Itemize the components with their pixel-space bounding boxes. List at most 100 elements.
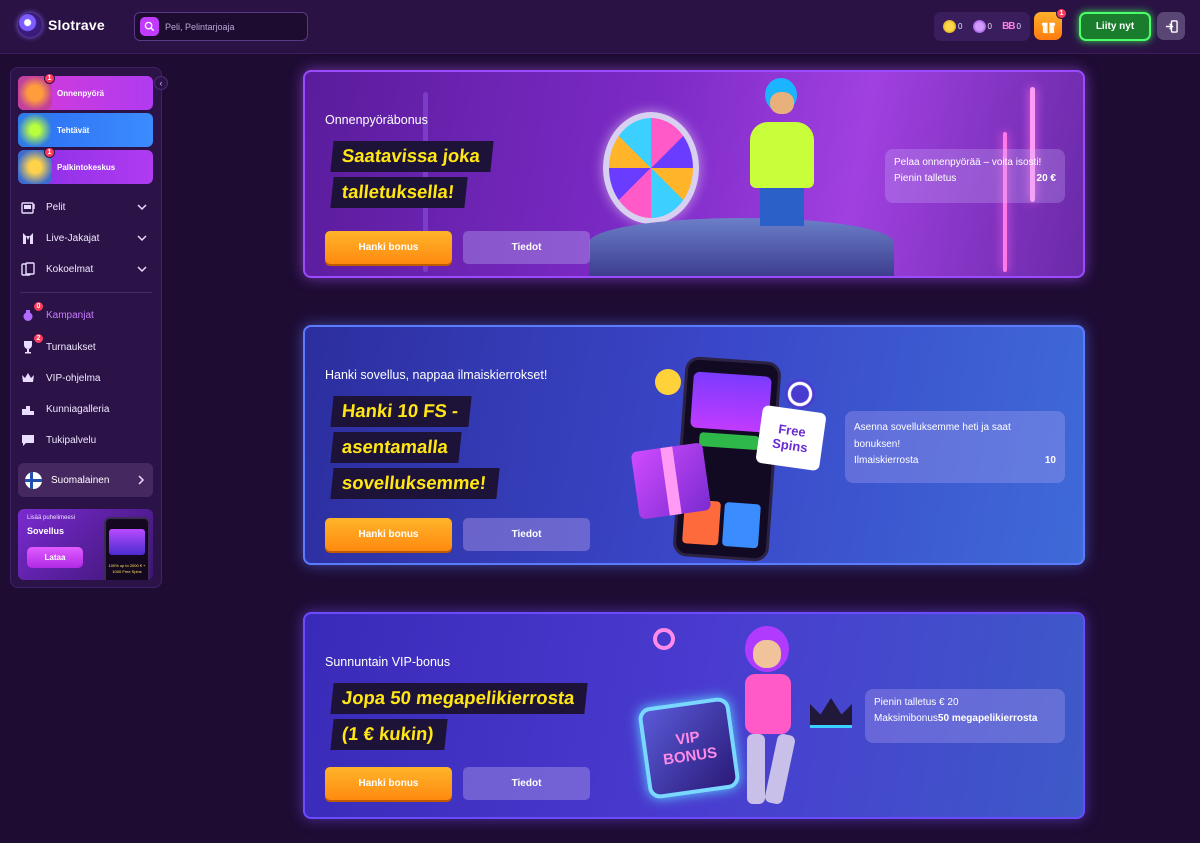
search-input[interactable] xyxy=(165,21,305,32)
app-title: Sovellus xyxy=(27,526,65,536)
headline-line: Hanki 10 FS - xyxy=(330,396,472,427)
heroine-character-image xyxy=(715,622,825,812)
headline-line: talletuksella! xyxy=(330,177,468,208)
chevron-down-icon xyxy=(137,235,147,242)
chevron-right-icon xyxy=(138,475,145,485)
promotions-badge: 0 xyxy=(33,301,44,312)
gift-badge: 1 xyxy=(1056,8,1067,19)
podium-icon xyxy=(20,401,36,417)
headline-line: sovelluksemme! xyxy=(330,468,500,499)
gold-coin-balance: 0 xyxy=(943,20,962,33)
info-row: Asenna sovelluksemme heti ja saat bonuks… xyxy=(854,422,1011,450)
sidebar-item-vip[interactable]: VIP-ohjelma xyxy=(20,368,152,388)
bb-balance: BB 0 xyxy=(1002,21,1021,32)
get-bonus-button[interactable]: Hanki bonus xyxy=(325,231,452,264)
sidebar-item-label: Live-Jakajat xyxy=(46,232,100,244)
cards-icon xyxy=(20,261,36,277)
dealer-icon xyxy=(20,230,36,246)
get-bonus-button[interactable]: Hanki bonus xyxy=(325,767,452,800)
get-bonus-button[interactable]: Hanki bonus xyxy=(325,518,452,551)
site-logo[interactable]: Slotrave xyxy=(18,13,105,37)
poker-chip-icon xyxy=(785,379,815,409)
details-button[interactable]: Tiedot xyxy=(463,767,590,800)
chevron-down-icon xyxy=(137,204,147,211)
login-icon xyxy=(1165,19,1178,33)
crown-icon xyxy=(20,370,36,386)
sidebar-promo-tasks[interactable]: Tehtävät xyxy=(18,113,153,147)
headline-line: (1 € kukin) xyxy=(330,719,448,750)
banner-info-box: Pelaa onnenpyörää – voita isosti! Pienin… xyxy=(885,149,1065,203)
sidebar-item-label: Tukipalvelu xyxy=(46,434,97,446)
banner-title: Sunnuntain VIP-bonus xyxy=(325,655,451,669)
collapse-sidebar-button[interactable]: ‹ xyxy=(154,76,168,90)
sidebar-promo-label: Palkintokeskus xyxy=(57,162,116,172)
sidebar-promo-label: Onnenpyörä xyxy=(57,88,105,98)
sidebar-promo-wheel[interactable]: 1 Onnenpyörä xyxy=(18,73,153,110)
gift-button[interactable]: 1 xyxy=(1034,8,1067,40)
sidebar-item-tournaments[interactable]: 2 Turnaukset xyxy=(20,333,152,357)
login-button[interactable] xyxy=(1157,12,1185,40)
info-row: Ilmaiskierrosta 10 xyxy=(854,455,1056,466)
banner-fortune-wheel: Onnenpyöräbonus Saatavissa joka talletuk… xyxy=(303,70,1085,278)
logo-icon xyxy=(18,13,42,37)
details-button[interactable]: Tiedot xyxy=(463,518,590,551)
sidebar-item-collections[interactable]: Kokoelmat xyxy=(20,259,152,279)
search-icon[interactable] xyxy=(140,17,159,36)
app-subtitle: Lisää puhelimeesi xyxy=(27,515,76,521)
rubber-duck-icon xyxy=(655,369,681,395)
info-row: Pienin talletus 20 € xyxy=(894,173,1056,184)
sidebar-item-support[interactable]: Tukipalvelu xyxy=(20,430,152,450)
headline-line: asentamalla xyxy=(330,432,462,463)
sidebar-item-label: Turnaukset xyxy=(46,341,96,353)
sidebar-promo-label: Tehtävät xyxy=(57,125,90,135)
headline-line: Saatavissa joka xyxy=(330,141,494,172)
phone-promo-text: 100% up to 2000 € + 1000 Free Spins xyxy=(108,563,146,574)
phone-image: 100% up to 2000 € + 1000 Free Spins xyxy=(104,517,150,580)
chevron-down-icon xyxy=(137,266,147,273)
sidebar-item-label: Pelit xyxy=(46,201,66,213)
info-row: Maksimibonus50 megapelikierrosta xyxy=(874,713,1038,724)
sidebar-item-label: Kunniagalleria xyxy=(46,403,110,415)
sidebar-item-live-dealers[interactable]: Live-Jakajat xyxy=(20,228,152,248)
slot-machine-icon xyxy=(20,199,36,215)
tournaments-badge: 2 xyxy=(33,333,44,344)
purple-coin-balance: 0 xyxy=(972,20,992,33)
notification-badge: 1 xyxy=(44,73,55,84)
banner-app-free-spins: Free Spins Hanki sovellus, nappaa ilmais… xyxy=(303,325,1085,565)
sidebar-promo-rewards[interactable]: 1 Palkintokeskus xyxy=(18,147,153,184)
join-button[interactable]: Liity nyt xyxy=(1079,12,1151,41)
sidebar-item-games[interactable]: Pelit xyxy=(20,197,152,217)
banner-info-box: Pienin talletus € 20 Maksimibonus50 mega… xyxy=(865,689,1065,743)
gift-icon xyxy=(1041,22,1055,33)
sidebar-item-label: Kokoelmat xyxy=(46,263,94,275)
tasks-icon xyxy=(18,113,52,147)
logo-text: Slotrave xyxy=(48,17,105,33)
sidebar-item-label: VIP-ohjelma xyxy=(46,372,101,384)
free-spins-card: Free Spins xyxy=(755,404,827,472)
purple-coin-icon xyxy=(972,20,986,33)
details-button[interactable]: Tiedot xyxy=(463,231,590,264)
info-row: Pelaa onnenpyörää – voita isosti! xyxy=(894,157,1042,168)
gift-box-image xyxy=(630,442,712,520)
sidebar-item-promotions[interactable]: 0 Kampanjat xyxy=(20,301,152,325)
banner-title: Hanki sovellus, nappaa ilmaiskierrokset! xyxy=(325,368,548,382)
download-button[interactable]: Lataa xyxy=(27,547,83,568)
fortune-wheel-icon: 1 xyxy=(18,73,55,110)
banner-headline: Hanki 10 FS - asentamalla sovelluksemme! xyxy=(330,396,500,499)
chevron-left-icon: ‹ xyxy=(159,78,163,88)
key-icon xyxy=(653,628,675,650)
dj-character-image xyxy=(735,78,825,228)
sidebar-item-label: Kampanjat xyxy=(46,309,94,321)
phone-screen xyxy=(109,529,145,555)
language-label: Suomalainen xyxy=(51,474,110,486)
banner-info-box: Asenna sovelluksemme heti ja saat bonuks… xyxy=(845,411,1065,483)
banner-headline: Jopa 50 megapelikierrosta (1 € kukin) xyxy=(330,683,589,750)
gold-coin-icon xyxy=(943,20,957,33)
search-box[interactable] xyxy=(134,12,308,41)
wallet-balances[interactable]: 0 0 BB 0 xyxy=(934,12,1030,41)
bb-icon: BB xyxy=(1002,21,1015,32)
fortune-wheel-image xyxy=(603,112,699,224)
language-selector[interactable]: Suomalainen xyxy=(18,463,153,497)
banner-vip-bonus: VIP BONUS Sunnuntain VIP-bonus Jopa 50 m… xyxy=(303,612,1085,819)
sidebar-item-hall-of-fame[interactable]: Kunniagalleria xyxy=(20,399,152,419)
